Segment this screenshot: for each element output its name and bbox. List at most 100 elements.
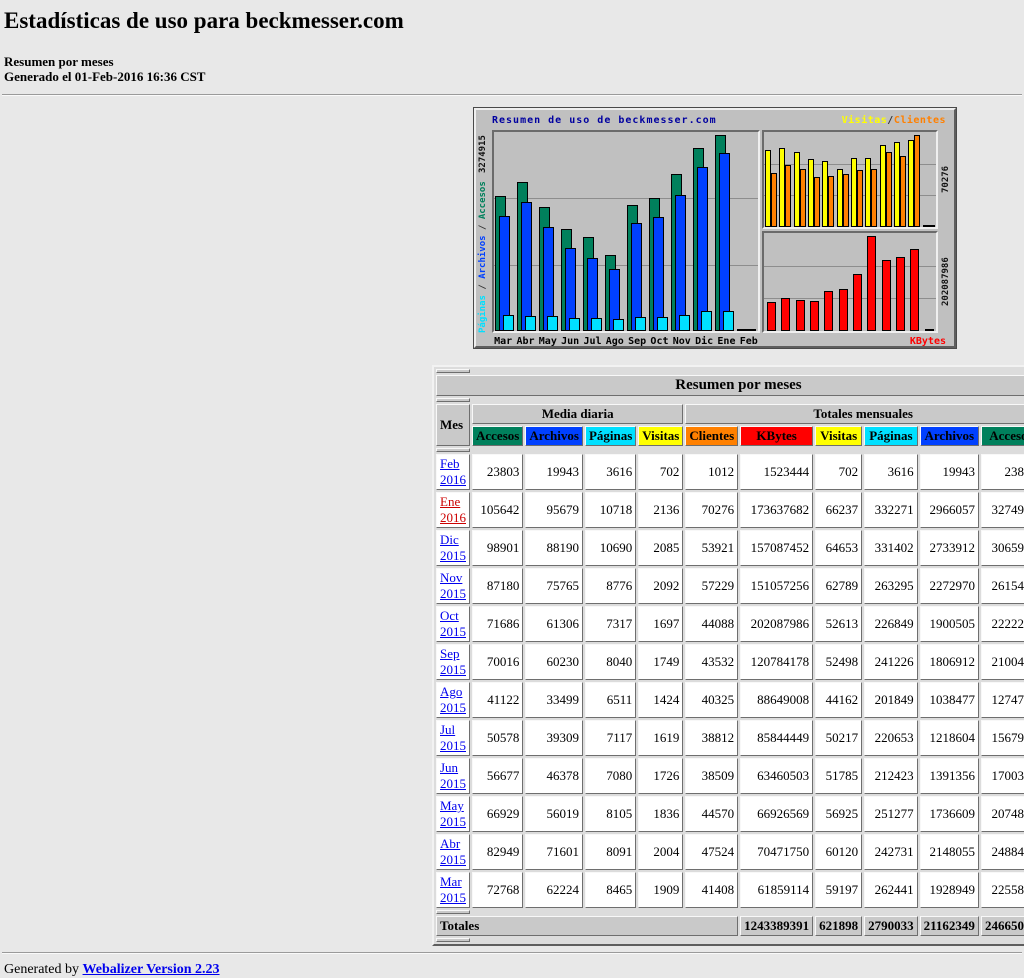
stat-cell: 87180 <box>472 568 523 604</box>
table-row: Feb 201623803199433616702101215234447023… <box>436 454 1024 490</box>
bar-paginas <box>503 315 514 331</box>
stat-cell: 61859114 <box>740 872 813 908</box>
bar-kbytes <box>882 260 891 331</box>
stat-cell: 85844449 <box>740 720 813 756</box>
stat-cell: 44088 <box>685 606 738 642</box>
bar-archivos <box>499 216 510 331</box>
bar-paginas <box>701 311 712 331</box>
stat-cell: 1700330 <box>981 758 1024 794</box>
table-row: Mar 201572768622248465190941408618591145… <box>436 872 1024 908</box>
month-link[interactable]: Feb 2016 <box>440 456 466 487</box>
bar-kbytes <box>867 236 876 331</box>
x-axis-label: Abr <box>514 336 536 347</box>
bar-paginas <box>723 311 734 331</box>
stat-cell: 63460503 <box>740 758 813 794</box>
column-header-archivos: Archivos <box>525 426 583 446</box>
month-link[interactable]: Nov 2015 <box>440 570 466 601</box>
bar-clientes <box>929 225 935 227</box>
bar-clientes <box>843 174 849 227</box>
stat-cell: 62224 <box>525 872 583 908</box>
stat-cell: 1424 <box>638 682 683 718</box>
table-row: May 201566929560198105183644570669265695… <box>436 796 1024 832</box>
stat-cell: 2222270 <box>981 606 1024 642</box>
axis-separator: / <box>478 219 488 235</box>
stat-cell: 1038477 <box>920 682 979 718</box>
totals-label: Totales <box>436 916 738 936</box>
month-cell: Mar 2015 <box>436 872 470 908</box>
column-header-páginas: Páginas <box>585 426 636 446</box>
month-cell: Oct 2015 <box>436 606 470 642</box>
stat-cell: 2615426 <box>981 568 1024 604</box>
webalizer-version-link[interactable]: Webalizer Version 2.23 <box>83 962 220 977</box>
month-link[interactable]: Jun 2015 <box>440 760 466 791</box>
bar-kbytes <box>810 301 819 331</box>
stat-cell: 7080 <box>585 758 636 794</box>
stat-cell: 3616 <box>864 454 918 490</box>
table-row: Jun 201556677463787080172638509634605035… <box>436 758 1024 794</box>
footer: Generated by Webalizer Version 2.23 <box>4 962 1024 978</box>
stat-cell: 2092 <box>638 568 683 604</box>
month-link[interactable]: Mar 2015 <box>440 874 466 905</box>
total-cell: 621898 <box>815 916 862 936</box>
axis-separator: / <box>478 279 488 295</box>
bar-kbytes <box>896 257 905 331</box>
stat-cell: 1274795 <box>981 682 1024 718</box>
axis-pages-label: Páginas <box>478 295 488 333</box>
group-header-monthly: Totales mensuales <box>685 404 1024 424</box>
month-link[interactable]: Sep 2015 <box>440 646 466 677</box>
stat-cell: 262441 <box>864 872 918 908</box>
bar-clientes <box>800 169 806 227</box>
month-link[interactable]: Ene 2016 <box>440 494 466 525</box>
month-link[interactable]: May 2015 <box>440 798 466 829</box>
month-link[interactable]: Oct 2015 <box>440 608 466 639</box>
total-cell: 2790033 <box>864 916 918 936</box>
stat-cell: 41408 <box>685 872 738 908</box>
x-axis-label: Ago <box>604 336 626 347</box>
table-spacer-row <box>436 369 1024 373</box>
month-link[interactable]: Abr 2015 <box>440 836 466 867</box>
bar-archivos <box>521 202 532 331</box>
stat-cell: 2074808 <box>981 796 1024 832</box>
stat-cell: 53921 <box>685 530 738 566</box>
stat-cell: 1928949 <box>920 872 979 908</box>
month-cell: Feb 2016 <box>436 454 470 490</box>
stat-cell: 44570 <box>685 796 738 832</box>
stat-cell: 702 <box>815 454 862 490</box>
stat-cell: 1697 <box>638 606 683 642</box>
stat-cell: 2004 <box>638 834 683 870</box>
table-row: Nov 201587180757658776209257229151057256… <box>436 568 1024 604</box>
x-axis-label: Sep <box>626 336 648 347</box>
month-link[interactable]: Jul 2015 <box>440 722 466 753</box>
stat-cell: 8040 <box>585 644 636 680</box>
stat-cell: 263295 <box>864 568 918 604</box>
stat-cell: 56925 <box>815 796 862 832</box>
bar-kbytes <box>781 298 790 331</box>
stat-cell: 1726 <box>638 758 683 794</box>
subtitle-line2: Generado el 01-Feb-2016 16:36 CST <box>4 69 205 84</box>
stat-cell: 66926569 <box>740 796 813 832</box>
stat-cell: 242731 <box>864 834 918 870</box>
stat-cell: 88190 <box>525 530 583 566</box>
table-spacer-row <box>436 448 1024 452</box>
month-cell: Abr 2015 <box>436 834 470 870</box>
plot-visits-sites <box>762 130 938 229</box>
bar-clientes <box>828 176 834 227</box>
stat-cell: 2272970 <box>920 568 979 604</box>
stat-cell: 72768 <box>472 872 523 908</box>
month-link[interactable]: Ago 2015 <box>440 684 466 715</box>
bar-kbytes <box>853 274 862 331</box>
stat-cell: 41122 <box>472 682 523 718</box>
x-axis-label: Feb <box>738 336 760 347</box>
stat-cell: 71686 <box>472 606 523 642</box>
stat-cell: 62789 <box>815 568 862 604</box>
stat-cell: 120784178 <box>740 644 813 680</box>
stat-cell: 10718 <box>585 492 636 528</box>
stat-cell: 241226 <box>864 644 918 680</box>
stat-cell: 2085 <box>638 530 683 566</box>
month-link[interactable]: Dic 2015 <box>440 532 466 563</box>
table-row: Dic 201598901881901069020855392115708745… <box>436 530 1024 566</box>
stat-cell: 61306 <box>525 606 583 642</box>
stat-cell: 50217 <box>815 720 862 756</box>
month-cell: Dic 2015 <box>436 530 470 566</box>
stat-cell: 331402 <box>864 530 918 566</box>
